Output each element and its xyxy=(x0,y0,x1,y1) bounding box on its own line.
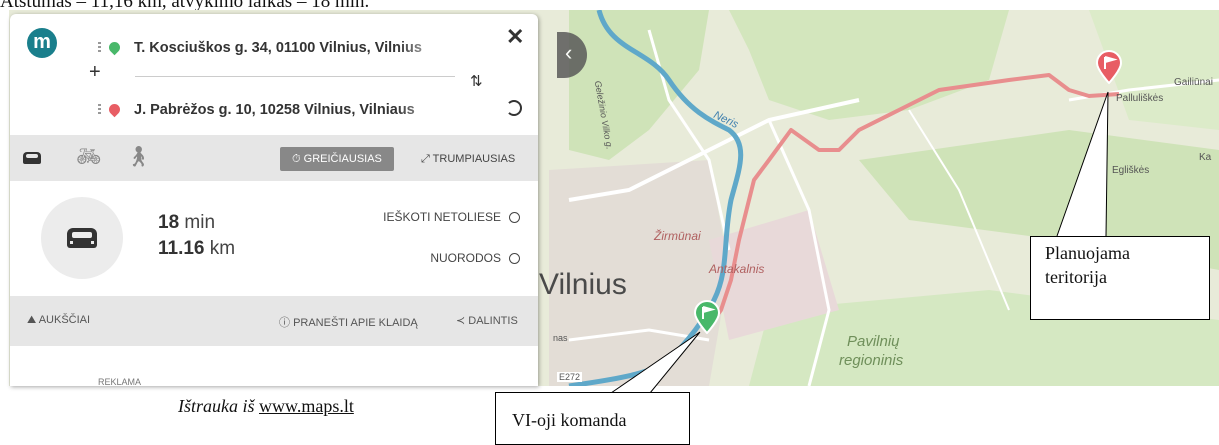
callout-pointers xyxy=(610,91,1109,394)
planned-area-line1: Planuojama xyxy=(1045,243,1130,263)
team-label: VI-oji komanda xyxy=(512,410,627,430)
team-callout: VI-oji komanda xyxy=(495,392,690,445)
planned-area-callout: Planuojama teritorija xyxy=(1030,236,1210,320)
planned-area-line2: teritorija xyxy=(1045,267,1107,287)
